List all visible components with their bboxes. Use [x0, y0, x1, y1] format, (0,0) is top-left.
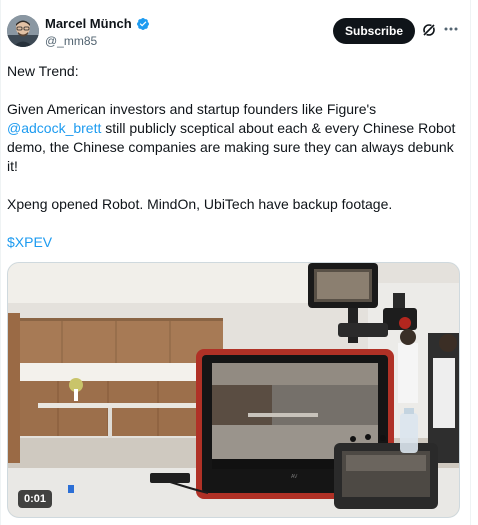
avatar[interactable] [7, 15, 39, 47]
video-frame: AV [8, 263, 459, 517]
cashtag-link[interactable]: $XPEV [7, 234, 52, 250]
verified-badge-icon[interactable] [136, 17, 150, 31]
grok-icon[interactable] [421, 22, 437, 38]
svg-text:AV: AV [291, 474, 298, 480]
author-handle[interactable]: @_mm85 [45, 34, 97, 48]
video-player[interactable]: AV 0:01 [7, 262, 460, 518]
tweet-header: Marcel Münch @_mm85 Subscribe [0, 0, 470, 58]
tweet-text: New Trend: Given American investors and … [7, 62, 462, 252]
tweet-line-intro: New Trend: [7, 63, 79, 79]
subscribe-button[interactable]: Subscribe [333, 18, 415, 44]
tweet-paragraph-xpeng: Xpeng opened Robot. MindOn, UbiTech have… [7, 196, 393, 212]
video-timestamp: 0:01 [18, 490, 53, 508]
more-horizontal-icon[interactable] [443, 21, 459, 37]
timeline-border-right [470, 0, 471, 525]
tweet-text-before-mention: Given American investors and startup fou… [7, 101, 377, 117]
author-name[interactable]: Marcel Münch [45, 16, 132, 32]
mention-link[interactable]: @adcock_brett [7, 120, 101, 136]
tweet-paragraph-investors: Given American investors and startup fou… [7, 100, 462, 176]
timeline-border-left [0, 0, 1, 525]
